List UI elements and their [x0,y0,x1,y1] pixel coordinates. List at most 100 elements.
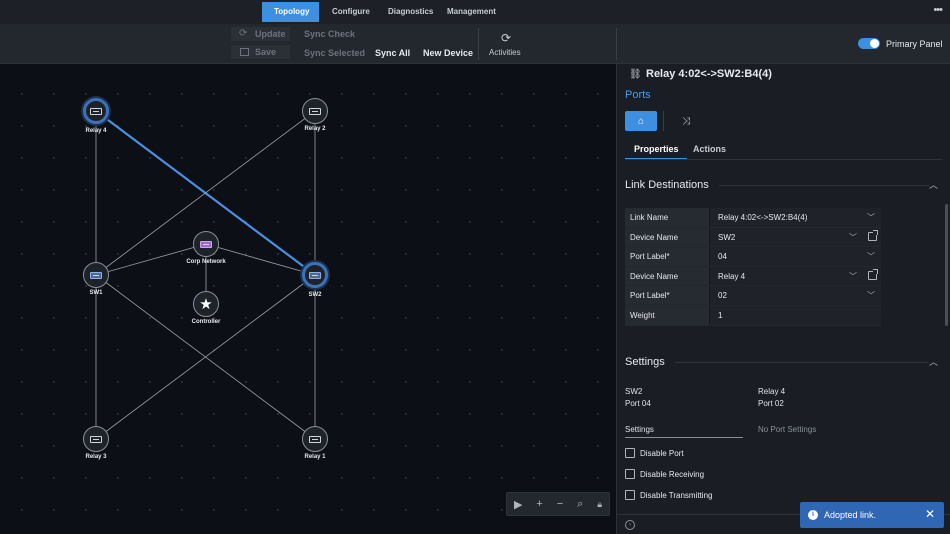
toast-message: Adopted link. [824,510,877,520]
topology-canvas[interactable]: Relay 4 Relay 2 Corp Network SW1 SW2 ★ Control… [0,64,616,534]
node-relay2[interactable] [302,98,328,124]
external-link-icon[interactable] [868,268,878,280]
node-label: Controller [191,319,221,325]
disable-transmitting-checkbox[interactable] [625,490,635,500]
info-icon: i [808,510,818,520]
chevron-down-icon: ﹀ [867,252,875,262]
save-button[interactable]: Save [231,45,290,59]
chevron-down-icon: ﹀ [849,271,857,281]
left-port-name: Port 04 [625,399,651,408]
tab-topology[interactable]: Topology [262,2,319,22]
activities-label: Activities [489,48,521,57]
link-name-select[interactable]: Relay 4:02<->SW2:B4(4) ﹀ [709,208,881,227]
toolbar-divider [616,28,617,60]
table-row: Port Label* 04 ﹀ [625,247,881,267]
device-name-select[interactable]: Relay 4 ﹀ [709,266,881,286]
no-port-settings-text: No Port Settings [758,425,817,434]
chevron-down-icon: ﹀ [849,232,857,242]
zoom-out-icon[interactable]: − [557,498,563,510]
port-label-select[interactable]: 02 ﹀ [709,286,881,305]
chevron-down-icon: ﹀ [867,291,875,301]
tab-management[interactable]: Management [435,2,508,22]
close-icon[interactable]: ✕ [925,507,935,521]
top-navigation: Topology Configure Diagnostics Managemen… [0,0,950,24]
node-relay3[interactable] [83,426,109,452]
more-horizontal-icon[interactable]: ••• [933,4,943,16]
zoom-in-icon[interactable]: + [536,498,542,510]
network-icon [200,240,212,248]
shuffle-button[interactable]: ⤨ [670,111,702,131]
sync-check-button[interactable]: Sync Check [304,29,355,39]
panel-scrollbar[interactable] [945,204,948,326]
node-sw2[interactable] [302,262,328,288]
relay-icon [90,435,102,443]
home-icon: ⌂ [637,115,645,127]
toast-notification: i Adopted link. ✕ [800,502,944,528]
sync-icon: ⟳ [501,31,512,45]
left-device-name: SW2 [625,387,643,396]
table-row: Device Name Relay 4 ﹀ [625,266,881,287]
table-row: Port Label* 02 ﹀ [625,286,881,306]
play-icon[interactable]: ▶ [514,498,522,511]
update-button[interactable]: ⟳ Update [231,27,290,41]
ports-view-button[interactable]: ⌂ [625,111,657,131]
ports-label: Ports [625,89,651,101]
node-label: Relay 4 [85,128,107,134]
device-name-select[interactable]: SW2 ﹀ [709,227,881,247]
node-label: Relay 2 [304,126,326,132]
toolbar-divider [478,28,479,60]
link-icon: ⛓︎ [629,69,642,80]
lock-icon[interactable]: 🔒︎ [597,499,602,510]
field-label: Port Label* [625,247,709,266]
external-link-icon[interactable] [868,229,878,241]
weight-input[interactable]: 1 [709,305,881,325]
node-relay1[interactable] [302,426,328,452]
refresh-icon: ⟳ [239,28,248,39]
field-label: Device Name [625,227,709,247]
update-label: Update [255,29,286,39]
tab-properties[interactable]: Properties [634,144,679,154]
table-row: Weight 1 [625,305,881,326]
zoom-fit-icon[interactable]: ⌕ [577,498,583,511]
field-label: Weight [625,305,709,325]
sync-all-button[interactable]: Sync All [375,48,410,58]
tab-configure[interactable]: Configure [320,2,382,22]
field-value: Relay 4 [718,271,746,281]
chevron-down-icon: ﹀ [867,213,875,222]
disable-transmitting-label: Disable Transmitting [640,491,713,500]
field-label: Link Name [625,208,709,227]
save-label: Save [255,47,277,57]
settings-subtab[interactable]: Settings [625,425,654,434]
switch-icon [90,271,102,279]
chevron-up-icon[interactable]: ︿ [929,178,938,191]
disable-receiving-checkbox[interactable] [625,469,635,479]
field-label: Port Label* [625,286,709,305]
right-device-name: Relay 4 [758,387,786,396]
switch-icon [309,271,321,279]
chevron-right-icon[interactable]: › [625,520,635,530]
node-sw1[interactable] [83,262,109,288]
chevron-up-icon[interactable]: ︿ [929,355,938,368]
disable-port-checkbox[interactable] [625,448,635,458]
shuffle-icon: ⤨ [682,115,690,127]
node-label: Relay 3 [85,454,107,460]
primary-panel-toggle[interactable] [858,38,880,49]
node-relay4[interactable] [83,98,109,124]
save-icon [240,48,249,56]
node-corp[interactable] [193,231,219,257]
settings-title: Settings [625,356,665,368]
tab-actions[interactable]: Actions [693,144,726,154]
port-label-select[interactable]: 04 ﹀ [709,247,881,266]
relay-icon [309,435,321,443]
activities-button[interactable]: ⟳ Activities [488,31,526,60]
sync-selected-button[interactable]: Sync Selected [304,48,365,58]
link-destinations-table: Link Name Relay 4:02<->SW2:B4(4) ﹀ Device… [625,208,881,326]
new-device-button[interactable]: New Device [423,48,473,58]
toolbar: ⟳ Update Save Sync Check Sync Selected S… [0,24,950,64]
node-label: Relay 1 [304,454,326,460]
right-port-name: Port 02 [758,399,784,408]
section-divider [719,185,929,186]
panel-title: Relay 4:02<->SW2:B4(4) [646,68,772,80]
relay-icon [90,107,102,115]
node-controller[interactable]: ★ [193,291,219,317]
